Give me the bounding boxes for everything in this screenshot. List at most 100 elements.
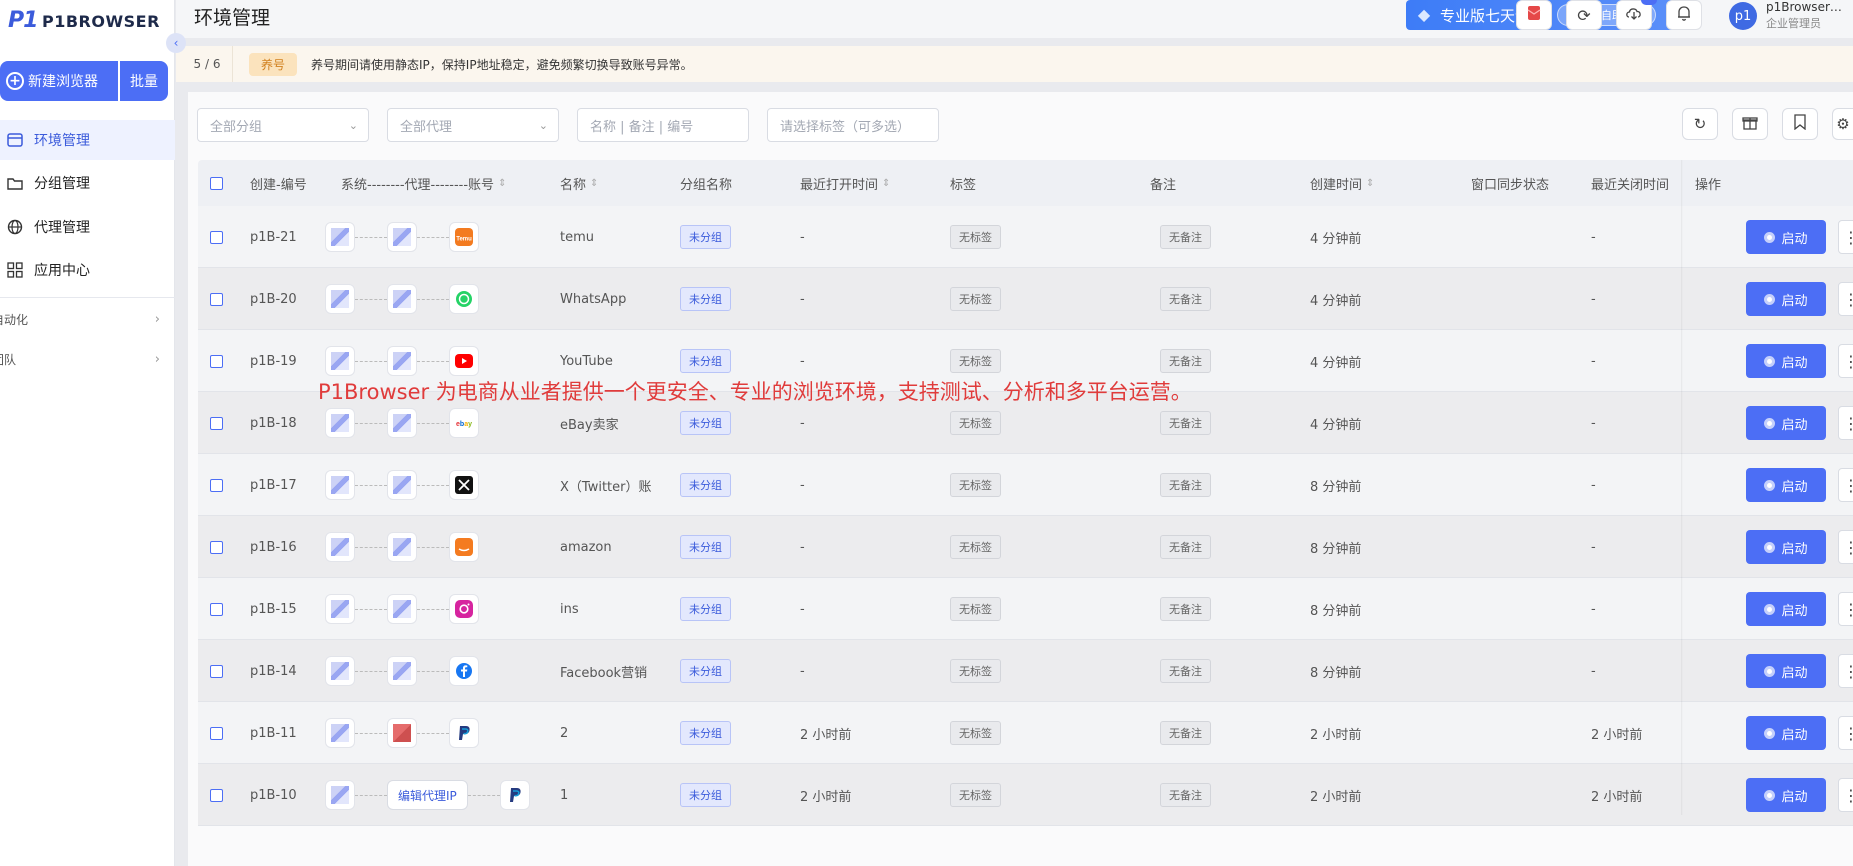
row-checkbox[interactable] [210, 478, 223, 492]
tag-badge[interactable]: 无标签 [950, 783, 1001, 807]
more-options-button[interactable]: ⋮ [1838, 220, 1853, 254]
row-checkbox-cell[interactable] [210, 454, 223, 516]
table-row[interactable]: p1B-10 编辑代理IP 1 未分组 2 小时前 无标签 无备注 2 小时前 2 小时前 启动 ⋮ [198, 764, 1853, 826]
note-badge[interactable]: 无备注 [1160, 473, 1211, 497]
group-badge[interactable]: 未分组 [680, 659, 731, 683]
download-button[interactable] [1616, 0, 1657, 30]
group-badge[interactable]: 未分组 [680, 411, 731, 435]
note-badge[interactable]: 无备注 [1160, 225, 1211, 249]
table-row[interactable]: p1B-14 Facebook营销 未分组 - 无标签 无备注 8 分钟前 - 启动 ⋮ [198, 640, 1853, 702]
row-checkbox[interactable] [210, 354, 223, 368]
bookmark-button[interactable] [1782, 108, 1818, 140]
start-button[interactable]: 启动 [1746, 468, 1826, 502]
row-name[interactable]: 2 [560, 702, 660, 764]
tag-filter-select[interactable]: 请选择标签（可多选） [767, 108, 939, 142]
row-name[interactable]: amazon [560, 516, 660, 578]
col-created[interactable]: 创建时间 ⇕ [1310, 160, 1374, 206]
note-badge[interactable]: 无备注 [1160, 349, 1211, 373]
start-button[interactable]: 启动 [1746, 778, 1826, 812]
settings-button[interactable]: ⚙ [1832, 108, 1853, 140]
more-options-button[interactable]: ⋮ [1838, 282, 1853, 316]
row-checkbox-cell[interactable] [210, 764, 223, 826]
group-badge[interactable]: 未分组 [680, 287, 731, 311]
table-row[interactable]: p1B-16 amazon 未分组 - 无标签 无备注 8 分钟前 - 启动 ⋮ [198, 516, 1853, 578]
note-badge[interactable]: 无备注 [1160, 411, 1211, 435]
tag-badge[interactable]: 无标签 [950, 225, 1001, 249]
col-last-open[interactable]: 最近打开时间 ⇕ [800, 160, 890, 206]
sort-icon[interactable]: ⇕ [498, 178, 506, 189]
tag-badge[interactable]: 无标签 [950, 597, 1001, 621]
start-button[interactable]: 启动 [1746, 344, 1826, 378]
collapse-sidebar-button[interactable]: ‹ [166, 33, 186, 53]
sidebar-item-groups[interactable]: 分组管理 [0, 163, 175, 203]
search-input[interactable]: 名称 | 备注 | 编号 [577, 108, 749, 142]
note-badge[interactable]: 无备注 [1160, 783, 1211, 807]
sort-icon[interactable]: ⇕ [590, 178, 598, 189]
gift-box-button[interactable] [1732, 108, 1768, 140]
sync-button[interactable]: ⟳ [1566, 0, 1602, 30]
row-name[interactable]: WhatsApp [560, 268, 660, 330]
row-checkbox[interactable] [210, 726, 223, 740]
start-button[interactable]: 启动 [1746, 406, 1826, 440]
note-badge[interactable]: 无备注 [1160, 535, 1211, 559]
more-options-button[interactable]: ⋮ [1838, 592, 1853, 626]
start-button[interactable]: 启动 [1746, 282, 1826, 316]
gift-button[interactable] [1516, 0, 1552, 30]
row-name[interactable]: X（Twitter）账 [560, 454, 660, 516]
more-options-button[interactable]: ⋮ [1838, 778, 1853, 812]
row-checkbox-cell[interactable] [210, 640, 223, 702]
row-checkbox[interactable] [210, 602, 223, 616]
sidebar-group-team[interactable]: 团队 › [0, 344, 160, 374]
row-checkbox-cell[interactable] [210, 392, 223, 454]
row-name[interactable]: Facebook营销 [560, 640, 660, 702]
start-button[interactable]: 启动 [1746, 654, 1826, 688]
group-badge[interactable]: 未分组 [680, 473, 731, 497]
start-button[interactable]: 启动 [1746, 220, 1826, 254]
group-badge[interactable]: 未分组 [680, 597, 731, 621]
row-name[interactable]: 1 [560, 764, 660, 826]
sidebar-item-proxies[interactable]: 代理管理 [0, 207, 175, 247]
group-badge[interactable]: 未分组 [680, 225, 731, 249]
row-checkbox[interactable] [210, 664, 223, 678]
row-checkbox-cell[interactable] [210, 330, 223, 392]
row-checkbox[interactable] [210, 540, 223, 554]
tag-badge[interactable]: 无标签 [950, 411, 1001, 435]
row-checkbox[interactable] [210, 230, 223, 244]
select-all-checkbox[interactable] [210, 176, 223, 190]
batch-button[interactable]: 批量 [120, 61, 168, 101]
tag-badge[interactable]: 无标签 [950, 535, 1001, 559]
table-row[interactable]: p1B-17 X（Twitter）账 未分组 - 无标签 无备注 8 分钟前 - 启动 ⋮ [198, 454, 1853, 516]
user-avatar[interactable]: p1 [1729, 2, 1757, 30]
row-checkbox-cell[interactable] [210, 268, 223, 330]
more-options-button[interactable]: ⋮ [1838, 406, 1853, 440]
sidebar-item-environment[interactable]: 环境管理 [0, 120, 175, 160]
row-checkbox-cell[interactable] [210, 516, 223, 578]
select-all-checkbox-cell[interactable] [210, 160, 223, 206]
tag-badge[interactable]: 无标签 [950, 721, 1001, 745]
refresh-button[interactable]: ↻ [1682, 108, 1718, 140]
more-options-button[interactable]: ⋮ [1838, 468, 1853, 502]
start-button[interactable]: 启动 [1746, 530, 1826, 564]
sort-icon[interactable]: ⇕ [1366, 178, 1374, 189]
more-options-button[interactable]: ⋮ [1838, 344, 1853, 378]
row-checkbox[interactable] [210, 416, 223, 430]
tag-badge[interactable]: 无标签 [950, 287, 1001, 311]
group-filter-select[interactable]: 全部分组 ⌄ [197, 108, 369, 142]
table-row[interactable]: p1B-20 WhatsApp 未分组 - 无标签 无备注 4 分钟前 - 启动 ⋮ [198, 268, 1853, 330]
sort-icon[interactable]: ⇕ [882, 178, 890, 189]
start-button[interactable]: 启动 [1746, 716, 1826, 750]
group-badge[interactable]: 未分组 [680, 783, 731, 807]
group-badge[interactable]: 未分组 [680, 349, 731, 373]
row-checkbox-cell[interactable] [210, 578, 223, 640]
new-browser-button[interactable]: + 新建浏览器 [0, 61, 118, 101]
row-checkbox[interactable] [210, 292, 223, 306]
more-options-button[interactable]: ⋮ [1838, 654, 1853, 688]
more-options-button[interactable]: ⋮ [1838, 530, 1853, 564]
row-name[interactable]: ins [560, 578, 660, 640]
row-checkbox-cell[interactable] [210, 206, 223, 268]
sidebar-item-app-center[interactable]: 应用中心 [0, 250, 175, 290]
start-button[interactable]: 启动 [1746, 592, 1826, 626]
tag-badge[interactable]: 无标签 [950, 349, 1001, 373]
col-chain[interactable]: 系统--------代理--------账号 ⇕ [341, 160, 506, 206]
col-name[interactable]: 名称 ⇕ [560, 160, 598, 206]
